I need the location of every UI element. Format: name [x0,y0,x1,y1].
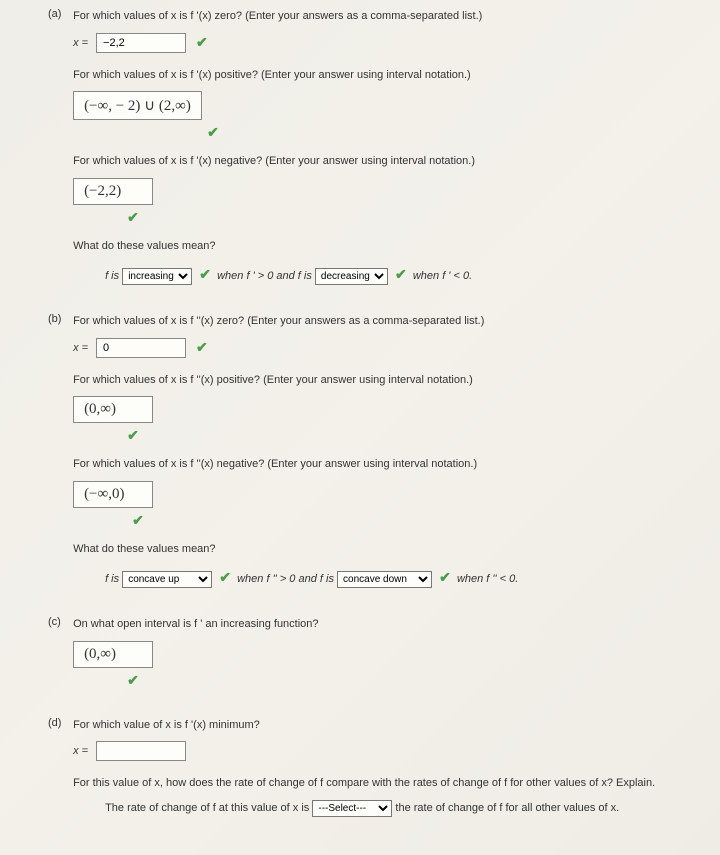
part-c-q1: On what open interval is f ' an increasi… [73,616,685,633]
meaning-end: when f ' < 0. [413,270,472,282]
x-equals-label: x = [73,745,88,757]
meaning-mid: when f '' > 0 and f is [237,573,334,585]
part-a-q3: For which values of x is f '(x) negative… [73,153,685,170]
rate-compare-select[interactable]: ---Select--- [312,800,392,817]
part-b-q1: For which values of x is f ''(x) zero? (… [73,313,685,330]
part-d-label: (d) [48,717,70,729]
part-a: (a) For which values of x is f '(x) zero… [48,8,690,295]
check-icon: ✔ [127,427,139,443]
part-b-label: (b) [48,313,70,325]
part-b-answer1-input[interactable] [96,338,186,358]
meaning-pre: f is [105,270,119,282]
part-a-label: (a) [48,8,70,20]
concave-down-select[interactable]: concave down [337,571,432,588]
part-a-q2: For which values of x is f '(x) positive… [73,67,685,84]
part-b-q3: For which values of x is f ''(x) negativ… [73,456,685,473]
check-icon: ✔ [127,672,139,688]
check-icon: ✔ [132,512,144,528]
check-icon: ✔ [127,209,139,225]
part-a-answer2-box[interactable]: (−∞, − 2) ∪ (2,∞) [73,91,202,120]
part-c-label: (c) [48,616,70,628]
check-icon: ✔ [196,339,208,356]
explain-post: the rate of change of f for all other va… [395,802,619,814]
part-a-q1: For which values of x is f '(x) zero? (E… [73,8,685,25]
part-d-answer1-input[interactable] [96,741,186,761]
meaning-end: when f '' < 0. [457,573,518,585]
part-b-answer3-box[interactable]: (−∞,0) [73,481,153,508]
part-d-q2: For this value of x, how does the rate o… [73,775,685,792]
explain-pre: The rate of change of f at this value of… [105,802,309,814]
part-b-q4: What do these values mean? [73,541,685,558]
part-b-meaning: f is concave up ✔ when f '' > 0 and f is… [105,565,685,590]
check-icon: ✔ [439,569,451,585]
part-d-q1: For which value of x is f '(x) minimum? [73,717,685,734]
part-c-answer1-box[interactable]: (0,∞) [73,641,153,668]
check-icon: ✔ [196,34,208,51]
x-equals-label: x = [73,37,88,49]
part-b: (b) For which values of x is f ''(x) zer… [48,313,690,598]
increasing-select[interactable]: increasing [122,268,192,285]
part-a-answer1-input[interactable] [96,33,186,53]
decreasing-select[interactable]: decreasing [315,268,388,285]
part-d-explain-line: The rate of change of f at this value of… [105,800,685,818]
meaning-pre: f is [105,573,119,585]
part-b-answer2-box[interactable]: (0,∞) [73,396,153,423]
part-d: (d) For which value of x is f '(x) minim… [48,717,690,818]
part-a-q4: What do these values mean? [73,238,685,255]
part-a-meaning: f is increasing ✔ when f ' > 0 and f is … [105,262,685,287]
part-b-q2: For which values of x is f ''(x) positiv… [73,372,685,389]
part-c: (c) On what open interval is f ' an incr… [48,616,690,699]
x-equals-label: x = [73,342,88,354]
part-a-answer3-box[interactable]: (−2,2) [73,178,153,205]
concave-up-select[interactable]: concave up [122,571,212,588]
check-icon: ✔ [207,124,219,140]
check-icon: ✔ [395,266,407,282]
check-icon: ✔ [199,266,211,282]
check-icon: ✔ [219,569,231,585]
meaning-mid: when f ' > 0 and f is [217,270,312,282]
